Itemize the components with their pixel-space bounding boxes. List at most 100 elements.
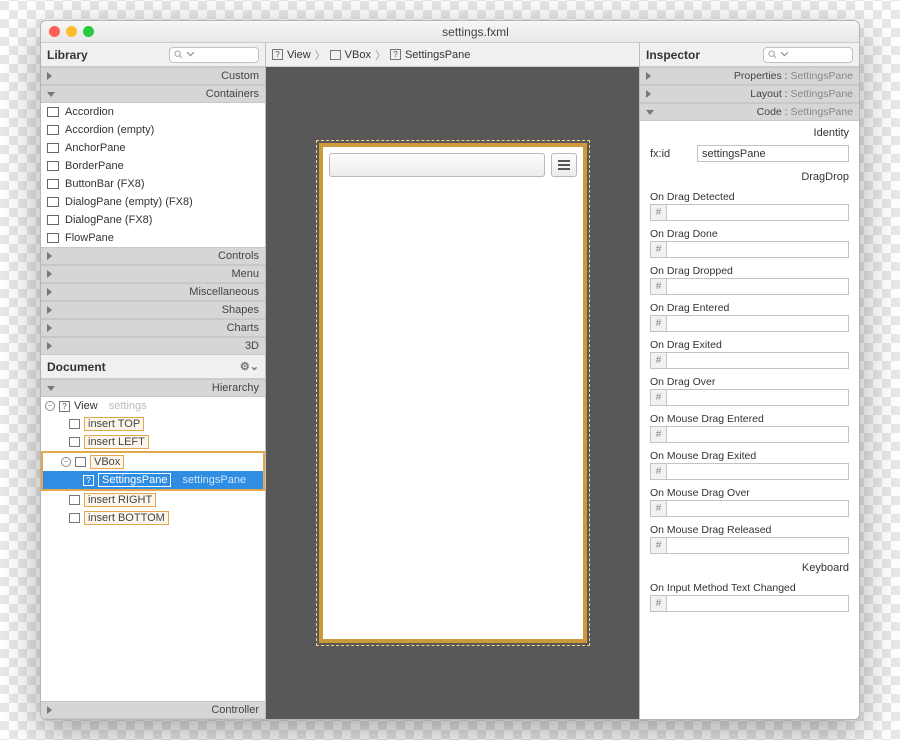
event-input-row: # bbox=[650, 352, 849, 369]
triangle-right-icon bbox=[646, 72, 651, 80]
chevron-down-icon bbox=[186, 50, 195, 59]
triangle-down-icon bbox=[47, 386, 55, 391]
triangle-right-icon bbox=[47, 306, 52, 314]
node-type-icon: ? bbox=[272, 49, 283, 60]
hierarchy-section[interactable]: Hierarchy bbox=[41, 379, 265, 397]
event-handler-input[interactable] bbox=[666, 595, 849, 612]
document-title: Document bbox=[47, 360, 106, 374]
container-icon bbox=[47, 125, 59, 135]
event-input-row: # bbox=[650, 204, 849, 221]
library-section-custom[interactable]: Custom bbox=[41, 67, 265, 85]
inspector-column: Inspector Properties : SettingsPane Layo… bbox=[639, 43, 859, 719]
library-section-menu[interactable]: Menu bbox=[41, 265, 265, 283]
triangle-down-icon bbox=[47, 92, 55, 97]
event-label: On Mouse Drag Over bbox=[640, 482, 859, 500]
event-label: On Drag Exited bbox=[640, 334, 859, 352]
node-icon bbox=[69, 419, 80, 429]
inspector-header: Inspector bbox=[640, 43, 859, 67]
container-icon bbox=[47, 161, 59, 171]
event-handler-input[interactable] bbox=[666, 463, 849, 480]
left-column: Library Custom Containers Accordion Acco… bbox=[41, 43, 266, 719]
list-item[interactable]: AnchorPane bbox=[41, 139, 265, 157]
list-item[interactable]: DialogPane (FX8) bbox=[41, 211, 265, 229]
hash-icon: # bbox=[650, 463, 666, 480]
list-item[interactable]: BorderPane bbox=[41, 157, 265, 175]
hamburger-icon[interactable] bbox=[551, 153, 577, 177]
keyboard-heading: Keyboard bbox=[640, 556, 859, 577]
triangle-right-icon bbox=[47, 324, 52, 332]
list-item[interactable]: DialogPane (empty) (FX8) bbox=[41, 193, 265, 211]
event-handler-input[interactable] bbox=[666, 278, 849, 295]
event-handler-input[interactable] bbox=[666, 537, 849, 554]
event-handler-input[interactable] bbox=[666, 389, 849, 406]
containers-list: Accordion Accordion (empty) AnchorPane B… bbox=[41, 103, 265, 247]
collapse-icon[interactable]: − bbox=[61, 457, 71, 467]
inspector-tab-properties[interactable]: Properties : SettingsPane bbox=[640, 67, 859, 85]
minimize-icon[interactable] bbox=[66, 26, 77, 37]
chevron-down-icon bbox=[780, 50, 789, 59]
close-icon[interactable] bbox=[49, 26, 60, 37]
event-handler-input[interactable] bbox=[666, 352, 849, 369]
library-section-shapes[interactable]: Shapes bbox=[41, 301, 265, 319]
dragdrop-heading: DragDrop bbox=[640, 165, 859, 186]
event-handler-input[interactable] bbox=[666, 204, 849, 221]
tree-row-insert-left[interactable]: insert LEFT bbox=[41, 433, 265, 451]
tree-row-settingspane[interactable]: ? SettingsPane settingsPane bbox=[43, 471, 263, 489]
controller-section[interactable]: Controller bbox=[41, 701, 265, 719]
node-icon bbox=[330, 50, 341, 60]
tree-row-insert-right[interactable]: insert RIGHT bbox=[41, 491, 265, 509]
inspector-body: Identity fx:id DragDrop On Drag Detected… bbox=[640, 121, 859, 719]
inspector-tab-code[interactable]: Code : SettingsPane bbox=[640, 103, 859, 121]
preview-textfield[interactable] bbox=[329, 153, 545, 177]
hash-icon: # bbox=[650, 595, 666, 612]
fxid-row: fx:id bbox=[640, 142, 859, 165]
maximize-icon[interactable] bbox=[83, 26, 94, 37]
container-icon bbox=[47, 215, 59, 225]
breadcrumb-item[interactable]: SettingsPane bbox=[405, 49, 470, 61]
event-label: On Mouse Drag Exited bbox=[640, 445, 859, 463]
preview-frame[interactable] bbox=[319, 143, 587, 643]
event-handler-input[interactable] bbox=[666, 241, 849, 258]
library-section-misc[interactable]: Miscellaneous bbox=[41, 283, 265, 301]
event-handler-input[interactable] bbox=[666, 315, 849, 332]
library-title: Library bbox=[47, 48, 88, 62]
event-input-row: # bbox=[650, 389, 849, 406]
collapse-icon[interactable]: − bbox=[45, 401, 55, 411]
triangle-right-icon bbox=[646, 90, 651, 98]
inspector-search[interactable] bbox=[763, 47, 853, 63]
tree-row-vbox[interactable]: − VBox bbox=[43, 453, 263, 471]
library-section-3d[interactable]: 3D bbox=[41, 337, 265, 355]
breadcrumb: ? View 〉 VBox 〉 ? SettingsPane bbox=[266, 43, 639, 67]
hash-icon: # bbox=[650, 352, 666, 369]
event-label: On Drag Done bbox=[640, 223, 859, 241]
tree-row-insert-bottom[interactable]: insert BOTTOM bbox=[41, 509, 265, 527]
tree-row-insert-top[interactable]: insert TOP bbox=[41, 415, 265, 433]
breadcrumb-item[interactable]: View bbox=[287, 49, 311, 61]
gear-icon[interactable]: ⚙⌄ bbox=[240, 360, 259, 373]
event-handler-input[interactable] bbox=[666, 426, 849, 443]
library-section-containers[interactable]: Containers bbox=[41, 85, 265, 103]
list-item[interactable]: ButtonBar (FX8) bbox=[41, 175, 265, 193]
triangle-right-icon bbox=[47, 288, 52, 296]
tree-row-view[interactable]: − ? View settings bbox=[41, 397, 265, 415]
identity-heading: Identity bbox=[640, 121, 859, 142]
hash-icon: # bbox=[650, 389, 666, 406]
library-section-controls[interactable]: Controls bbox=[41, 247, 265, 265]
breadcrumb-item[interactable]: VBox bbox=[345, 49, 371, 61]
fxid-input[interactable] bbox=[697, 145, 849, 162]
hierarchy-tree: − ? View settings insert TOP insert LEFT… bbox=[41, 397, 265, 701]
inspector-tab-layout[interactable]: Layout : SettingsPane bbox=[640, 85, 859, 103]
design-canvas[interactable] bbox=[266, 67, 639, 719]
event-label: On Drag Over bbox=[640, 371, 859, 389]
library-search[interactable] bbox=[169, 47, 259, 63]
event-handler-input[interactable] bbox=[666, 500, 849, 517]
list-item[interactable]: FlowPane bbox=[41, 229, 265, 247]
event-label: On Drag Detected bbox=[640, 186, 859, 204]
event-label: On Mouse Drag Released bbox=[640, 519, 859, 537]
library-section-charts[interactable]: Charts bbox=[41, 319, 265, 337]
list-item[interactable]: Accordion (empty) bbox=[41, 121, 265, 139]
hash-icon: # bbox=[650, 204, 666, 221]
document-header: Document ⚙⌄ bbox=[41, 355, 265, 379]
container-icon bbox=[47, 197, 59, 207]
list-item[interactable]: Accordion bbox=[41, 103, 265, 121]
